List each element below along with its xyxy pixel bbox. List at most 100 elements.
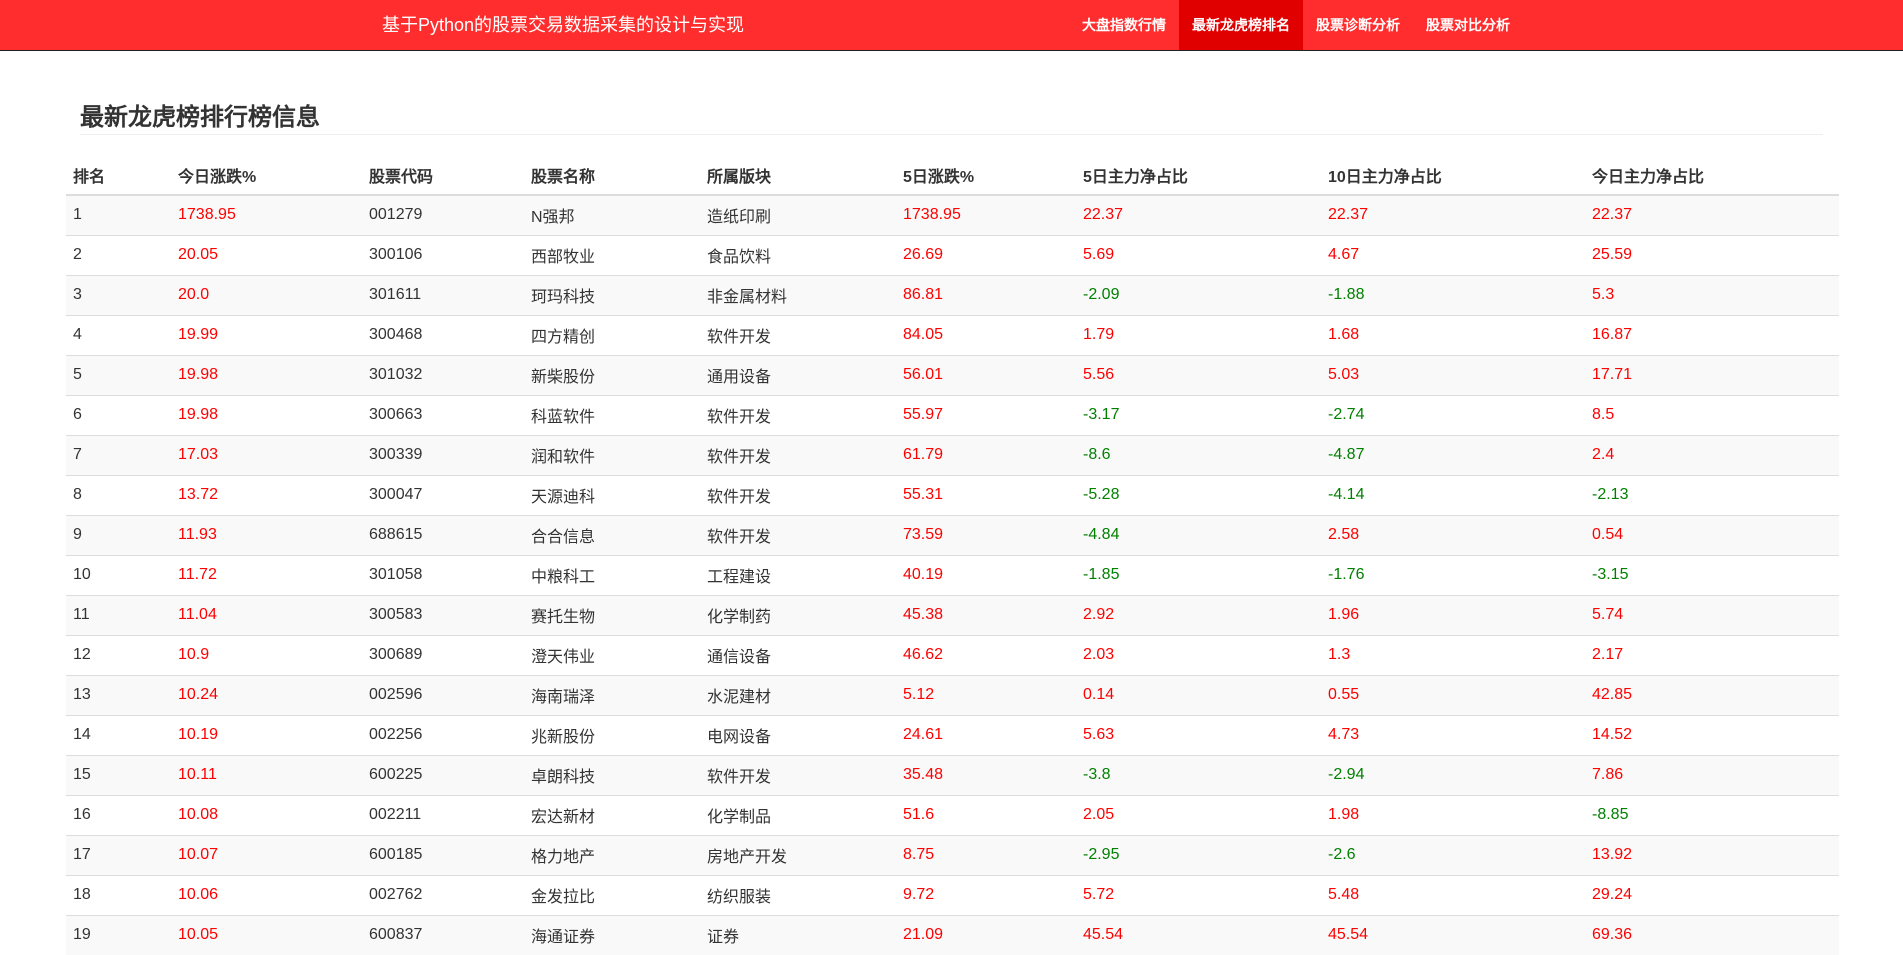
column-header: 所属版块 — [700, 155, 896, 196]
cell-stock-name: 海通证券 — [524, 914, 700, 955]
cell-today-change: 17.03 — [171, 434, 362, 475]
cell-today-main-net-ratio: 42.85 — [1585, 674, 1839, 715]
cell-today-main-net-ratio: 14.52 — [1585, 714, 1839, 755]
cell-5d-main-net-ratio: -3.8 — [1076, 754, 1321, 795]
cell-10d-main-net-ratio: 1.68 — [1321, 314, 1585, 355]
cell-10d-main-net-ratio: -2.74 — [1321, 394, 1585, 435]
cell-10d-main-net-ratio: -4.87 — [1321, 434, 1585, 475]
cell-sector: 食品饮料 — [700, 234, 896, 275]
cell-sector: 软件开发 — [700, 474, 896, 515]
table-header-row: 排名 今日涨跌% 股票代码 股票名称 所属版块 5日涨跌% 5日主力净占比 10日主力净占比今… — [66, 155, 1839, 196]
nav-stock-diagnosis[interactable]: 股票诊断分析 — [1303, 0, 1413, 50]
cell-rank: 10 — [66, 554, 171, 595]
top-navbar: 基于Python的股票交易数据采集的设计与实现 大盘指数行情 最新龙虎榜排名 股… — [0, 0, 1903, 51]
cell-5d-change: 55.97 — [896, 394, 1076, 435]
cell-sector: 水泥建材 — [700, 674, 896, 715]
cell-5d-main-net-ratio: -5.28 — [1076, 474, 1321, 515]
cell-5d-main-net-ratio: 2.03 — [1076, 634, 1321, 675]
cell-today-change: 19.98 — [171, 354, 362, 395]
cell-10d-main-net-ratio: -4.14 — [1321, 474, 1585, 515]
cell-stock-code: 300047 — [362, 474, 524, 515]
cell-10d-main-net-ratio: 45.54 — [1321, 914, 1585, 955]
cell-stock-name: 赛托生物 — [524, 594, 700, 635]
cell-10d-main-net-ratio: 22.37 — [1321, 194, 1585, 235]
cell-stock-name: 珂玛科技 — [524, 274, 700, 315]
column-header: 今日涨跌% — [171, 155, 362, 196]
nav-menu: 大盘指数行情 最新龙虎榜排名 股票诊断分析 股票对比分析 — [1069, 0, 1523, 50]
cell-10d-main-net-ratio: 5.48 — [1321, 874, 1585, 915]
ranking-table: 排名 今日涨跌% 股票代码 股票名称 所属版块 5日涨跌% 5日主力净占比 10日主力净占比今… — [66, 155, 1839, 955]
table-row: 4 19.99 300468 四方精创 软件开发 84.05 1.79 1.68 16.87 — [66, 314, 1839, 355]
cell-today-change: 10.08 — [171, 794, 362, 835]
cell-stock-name: 海南瑞泽 — [524, 674, 700, 715]
cell-stock-name: 格力地产 — [524, 834, 700, 875]
cell-10d-main-net-ratio: 1.3 — [1321, 634, 1585, 675]
cell-rank: 18 — [66, 874, 171, 915]
cell-today-change: 11.04 — [171, 594, 362, 635]
cell-5d-change: 55.31 — [896, 474, 1076, 515]
cell-5d-main-net-ratio: -4.84 — [1076, 514, 1321, 555]
cell-stock-name: 中粮科工 — [524, 554, 700, 595]
cell-10d-main-net-ratio: 4.67 — [1321, 234, 1585, 275]
cell-5d-main-net-ratio: 5.63 — [1076, 714, 1321, 755]
cell-5d-change: 45.38 — [896, 594, 1076, 635]
nav-dragon-tiger-ranking[interactable]: 最新龙虎榜排名 — [1179, 0, 1303, 50]
cell-today-main-net-ratio: 22.37 — [1585, 194, 1839, 235]
cell-today-main-net-ratio: 13.92 — [1585, 834, 1839, 875]
cell-today-change: 1738.95 — [171, 194, 362, 235]
cell-5d-change: 46.62 — [896, 634, 1076, 675]
cell-5d-main-net-ratio: 2.92 — [1076, 594, 1321, 635]
cell-today-main-net-ratio: -2.13 — [1585, 474, 1839, 515]
cell-10d-main-net-ratio: 2.58 — [1321, 514, 1585, 555]
cell-today-main-net-ratio: 25.59 — [1585, 234, 1839, 275]
cell-stock-code: 001279 — [362, 194, 524, 235]
column-header: 排名 — [66, 155, 171, 196]
column-header: 股票代码 — [362, 155, 524, 196]
column-header: 5日主力净占比 — [1076, 155, 1321, 196]
cell-rank: 2 — [66, 234, 171, 275]
cell-5d-change: 24.61 — [896, 714, 1076, 755]
cell-stock-code: 301611 — [362, 274, 524, 315]
divider — [80, 134, 1823, 135]
table-row: 8 13.72 300047 天源迪科 软件开发 55.31 -5.28 -4.14 -2.13 — [66, 474, 1839, 515]
cell-today-change: 11.72 — [171, 554, 362, 595]
table-row: 12 10.9 300689 澄天伟业 通信设备 46.62 2.03 1.3 2.17 — [66, 634, 1839, 675]
cell-sector: 造纸印刷 — [700, 194, 896, 235]
cell-stock-code: 002256 — [362, 714, 524, 755]
cell-sector: 化学制药 — [700, 594, 896, 635]
cell-today-change: 19.98 — [171, 394, 362, 435]
cell-today-main-net-ratio: 5.3 — [1585, 274, 1839, 315]
cell-5d-change: 86.81 — [896, 274, 1076, 315]
app-title[interactable]: 基于Python的股票交易数据采集的设计与实现 — [382, 0, 744, 50]
cell-today-main-net-ratio: 16.87 — [1585, 314, 1839, 355]
cell-5d-change: 26.69 — [896, 234, 1076, 275]
table-row: 1 1738.95 001279 N强邦 造纸印刷 1738.95 22.37 22.37 22… — [66, 194, 1839, 235]
cell-sector: 证券 — [700, 914, 896, 955]
table-row: 17 10.07 600185 格力地产 房地产开发 8.75 -2.95 -2.6 13.92 — [66, 834, 1839, 875]
cell-5d-main-net-ratio: -2.95 — [1076, 834, 1321, 875]
cell-rank: 16 — [66, 794, 171, 835]
cell-stock-code: 300339 — [362, 434, 524, 475]
cell-5d-change: 51.6 — [896, 794, 1076, 835]
cell-today-change: 20.05 — [171, 234, 362, 275]
cell-sector: 通信设备 — [700, 634, 896, 675]
cell-today-change: 11.93 — [171, 514, 362, 555]
cell-5d-change: 40.19 — [896, 554, 1076, 595]
cell-10d-main-net-ratio: 4.73 — [1321, 714, 1585, 755]
nav-market-index[interactable]: 大盘指数行情 — [1069, 0, 1179, 50]
cell-today-change: 10.11 — [171, 754, 362, 795]
cell-10d-main-net-ratio: 1.96 — [1321, 594, 1585, 635]
cell-5d-change: 61.79 — [896, 434, 1076, 475]
cell-rank: 9 — [66, 514, 171, 555]
cell-today-main-net-ratio: -3.15 — [1585, 554, 1839, 595]
nav-stock-comparison[interactable]: 股票对比分析 — [1413, 0, 1523, 50]
cell-5d-main-net-ratio: -3.17 — [1076, 394, 1321, 435]
cell-stock-name: 宏达新材 — [524, 794, 700, 835]
cell-stock-code: 301032 — [362, 354, 524, 395]
cell-5d-main-net-ratio: 5.56 — [1076, 354, 1321, 395]
table-row: 18 10.06 002762 金发拉比 纺织服装 9.72 5.72 5.48 29.24 — [66, 874, 1839, 915]
cell-10d-main-net-ratio: -1.88 — [1321, 274, 1585, 315]
table-row: 6 19.98 300663 科蓝软件 软件开发 55.97 -3.17 -2.74 8.5 — [66, 394, 1839, 435]
cell-today-main-net-ratio: 29.24 — [1585, 874, 1839, 915]
cell-stock-name: 合合信息 — [524, 514, 700, 555]
